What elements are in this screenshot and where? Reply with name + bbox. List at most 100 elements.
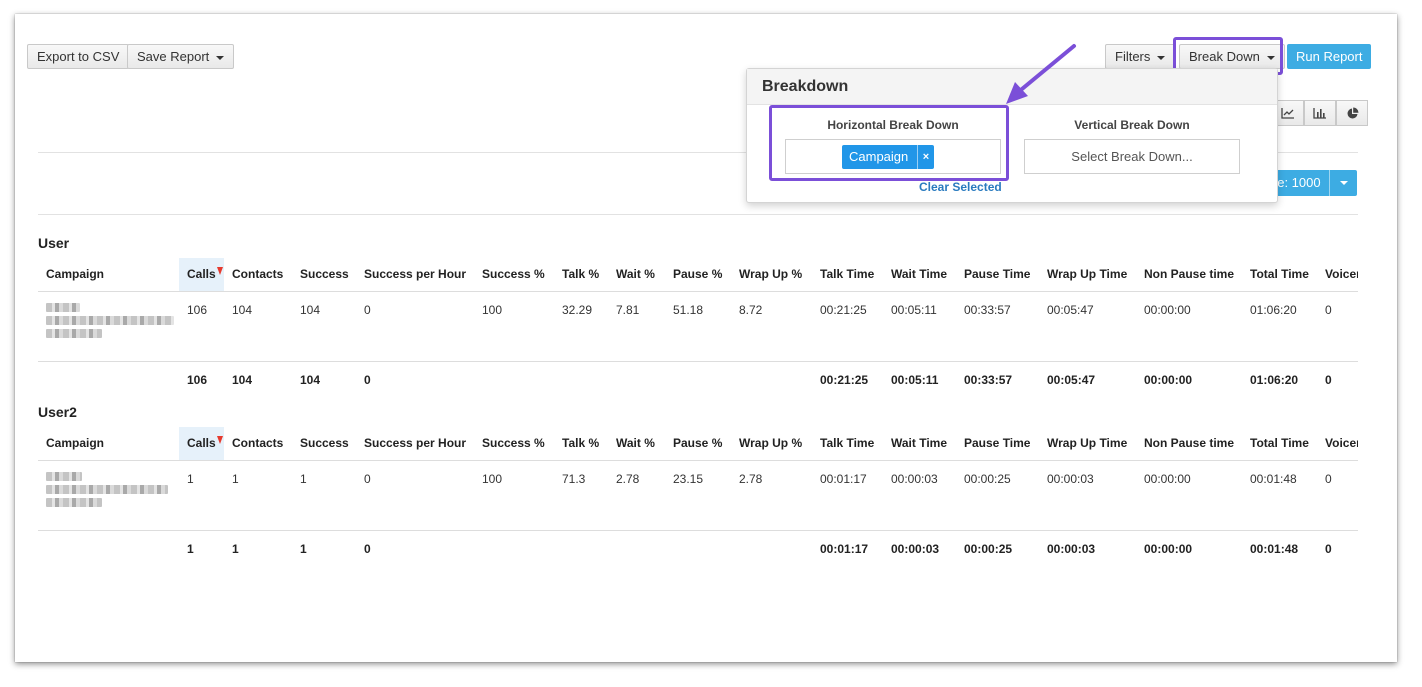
column-header-campaign[interactable]: Campaign [38,427,179,461]
column-header-contacts[interactable]: Contacts [224,427,292,461]
table-cell: 01:06:20 [1250,372,1299,387]
column-header-campaign[interactable]: Campaign [38,258,179,292]
export-csv-button[interactable]: Export to CSV [27,44,130,69]
column-header-talk-time[interactable]: Talk Time [812,258,883,292]
table-row: 106 104 104 0 100 32.29 7.81 51.18 8.72 00:21:25 0… [38,291,1358,362]
pie-chart-button[interactable] [1336,100,1368,126]
column-header-wrap-up[interactable]: Wrap Up % [731,427,812,461]
column-header-wrap-up-time[interactable]: Wrap Up Time [1039,427,1136,461]
table-cell: 1 [179,460,224,531]
column-header-non-pause-time[interactable]: Non Pause time [1136,427,1242,461]
table-cell: 0 [356,291,474,362]
column-header-success[interactable]: Success % [474,427,554,461]
column-header-wrap-up[interactable]: Wrap Up % [731,258,812,292]
bar-chart-icon [1313,108,1326,119]
table-cell [554,361,608,399]
chevron-down-icon [216,55,225,60]
column-header-talk-time[interactable]: Talk Time [812,427,883,461]
column-header-calls[interactable]: Calls [179,258,224,292]
column-header-wait-time[interactable]: Wait Time [883,427,956,461]
table-cell: 01:06:20 [1242,291,1317,362]
table-cell: 0 [364,372,371,387]
column-header-voicer[interactable]: Voicer [1317,427,1358,461]
table-cell: 100 [474,460,554,531]
table-row: 1 1 1 0 100 71.3 2.78 23.15 2.78 00:01:17 00:00:03… [38,460,1358,531]
column-header-pause[interactable]: Pause % [665,427,731,461]
export-csv-label: Export to CSV [37,49,120,64]
table-cell: 00:01:17 [812,460,883,531]
table-cell: 0 [1325,541,1332,556]
sort-desc-icon [217,267,223,275]
column-header-success-per-hour[interactable]: Success per Hour [356,427,474,461]
table-header-row: Campaign Calls Contacts Success Success per … [38,258,1358,292]
column-header-total-time[interactable]: Total Time [1242,258,1317,292]
redacted-text [46,328,102,338]
column-header-label: Calls [187,436,216,451]
divider [38,214,1358,215]
chevron-down-icon[interactable] [1329,170,1357,196]
table-cell: 00:05:47 [1047,372,1096,387]
table-cell [665,530,731,568]
column-header-contacts[interactable]: Contacts [224,258,292,292]
column-header-success[interactable]: Success [292,258,356,292]
pie-chart-icon [1347,107,1358,118]
report-window: Export to CSV Save Report Filters Break … [15,14,1397,662]
table-total-row: 1 1 1 0 00:01:17 00:00:03 00:00:25 00:00:03 00:0… [38,530,1358,568]
table-cell: 00:33:57 [964,372,1013,387]
column-header-talk[interactable]: Talk % [554,427,608,461]
column-header-pause-time[interactable]: Pause Time [956,258,1039,292]
table-cell [665,361,731,399]
line-chart-icon [1281,108,1294,119]
table-cell: 0 [1317,460,1358,531]
bar-chart-button[interactable] [1304,100,1336,126]
column-header-non-pause-time[interactable]: Non Pause time [1136,258,1242,292]
table-cell [474,530,554,568]
column-header-pause-time[interactable]: Pause Time [956,427,1039,461]
table-cell: 00:01:48 [1242,460,1317,531]
table-cell: 7.81 [608,291,665,362]
chevron-down-icon [1157,55,1166,60]
column-header-wait[interactable]: Wait % [608,427,665,461]
table-cell [38,460,179,531]
column-header-talk[interactable]: Talk % [554,258,608,292]
table-cell: 00:05:11 [883,291,956,362]
table-cell: 1 [187,541,194,556]
filters-button[interactable]: Filters [1105,44,1176,69]
run-report-button[interactable]: Run Report [1287,44,1372,69]
column-header-wrap-up-time[interactable]: Wrap Up Time [1039,258,1136,292]
table-cell: 106 [187,372,208,387]
table-cell: 00:00:00 [1136,460,1242,531]
table-cell: 00:05:11 [891,372,939,387]
report-table: Campaign Calls Contacts Success Success per … [38,427,1358,568]
clear-selected-link[interactable]: Clear Selected [919,180,1002,194]
table-cell: 104 [292,291,356,362]
table-cell: 104 [224,291,292,362]
table-cell: 00:05:47 [1039,291,1136,362]
column-header-success-per-hour[interactable]: Success per Hour [356,258,474,292]
column-header-voicer[interactable]: Voicer [1317,258,1358,292]
vertical-breakdown-select[interactable]: Select Break Down... [1024,139,1240,174]
table-cell: 2.78 [608,460,665,531]
column-header-calls[interactable]: Calls [179,427,224,461]
column-header-pause[interactable]: Pause % [665,258,731,292]
column-header-total-time[interactable]: Total Time [1242,427,1317,461]
column-header-wait-time[interactable]: Wait Time [883,258,956,292]
save-report-button[interactable]: Save Report [127,44,235,69]
redacted-text [46,315,174,325]
column-header-wait[interactable]: Wait % [608,258,665,292]
table-cell: 23.15 [665,460,731,531]
column-header-success[interactable]: Success % [474,258,554,292]
table-cell: 2.78 [731,460,812,531]
table-cell [554,530,608,568]
redacted-text [46,471,82,481]
table-cell: 1 [232,541,239,556]
table-cell [608,530,665,568]
table-cell: 104 [300,372,321,387]
table-cell: 0 [356,460,474,531]
table-cell: 32.29 [554,291,608,362]
table-cell [38,291,179,362]
column-header-success[interactable]: Success [292,427,356,461]
table-cell: 00:01:48 [1250,541,1299,556]
table-cell: 0 [1325,372,1332,387]
table-cell: 00:00:25 [956,460,1039,531]
